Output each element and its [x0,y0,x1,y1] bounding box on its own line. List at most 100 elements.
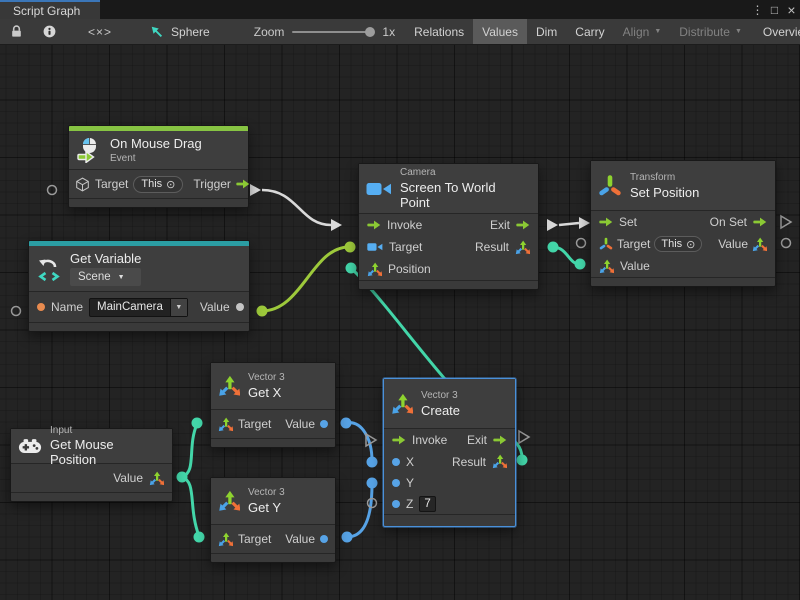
node-screen-to-world-point[interactable]: Camera Screen To World Point Invoke Exit… [358,163,539,290]
node-on-mouse-drag[interactable]: On Mouse Drag Event Target This ⊙ Trigge… [68,125,249,208]
object-picker-icon[interactable]: ⊙ [166,178,175,191]
node-kind: Transform [630,172,699,183]
zoom-slider-track[interactable] [292,31,374,33]
node-get-variable[interactable]: Get Variable Scene ▼ Name MainCamera ▼ V… [28,240,250,332]
object-picker-icon[interactable]: ⊙ [686,238,695,251]
combo-dropdown-button[interactable]: ▼ [170,299,187,316]
z-value-field[interactable]: 7 [419,496,435,512]
node-title: Get X [248,385,285,400]
getvar-input-port[interactable] [12,307,21,316]
gety-value-port[interactable] [342,532,353,543]
value-port[interactable] [236,303,244,311]
lock-button[interactable] [0,19,33,44]
variable-scope-dropdown[interactable]: Scene ▼ [70,268,141,286]
setposition-target-port[interactable] [577,239,586,248]
carry-button[interactable]: Carry [566,19,613,44]
zoom-label: Zoom [254,25,285,39]
this-label: This [661,238,682,250]
overview-button[interactable]: Overview [754,19,800,44]
create-y-port[interactable] [367,478,378,489]
chevron-down-icon: ▼ [118,274,125,281]
invoke-label: Invoke [387,218,422,232]
graph-canvas[interactable]: On Mouse Drag Event Target This ⊙ Trigge… [0,45,800,600]
node-kind: Input [50,425,162,436]
node-set-position[interactable]: Transform Set Position Set On Set Target… [590,160,776,287]
onset-output-marker[interactable] [781,216,791,228]
getx-value-port[interactable] [341,418,352,429]
invoke-input-marker[interactable] [331,219,342,231]
variable-name-combo[interactable]: MainCamera ▼ [89,298,188,317]
chevron-down-icon: ▼ [175,304,182,311]
tab-script-graph[interactable]: Script Graph [0,0,100,19]
x-port[interactable] [392,458,400,466]
wire-gety-to-create-y[interactable] [347,484,372,537]
align-button[interactable]: Align ▼ [614,19,671,44]
camera-target-port[interactable] [345,242,356,253]
node-title: Get Y [248,500,285,515]
gameobject-cube-icon [75,177,90,192]
name-label: Name [51,300,83,314]
breadcrumb[interactable]: Sphere [134,19,222,44]
wire-exit-to-set[interactable] [559,223,579,225]
create-exit-marker[interactable] [519,431,529,443]
setposition-valueout-port[interactable] [782,239,791,248]
toolbar: <×> Sphere Zoom 1x Relations Values Dim … [0,19,800,45]
name-port[interactable] [37,303,45,311]
distribute-button[interactable]: Distribute ▼ [670,19,751,44]
flow-arrow-icon [599,217,613,227]
position-label: Position [388,262,431,276]
code-view-button[interactable]: <×> [66,19,134,44]
omd-target-port[interactable] [48,186,57,195]
node-kind: Vector 3 [248,372,285,383]
values-button[interactable]: Values [473,19,527,44]
dim-button[interactable]: Dim [527,19,566,44]
camera-result-port[interactable] [548,242,559,253]
set-input-marker[interactable] [579,217,590,229]
node-vector3-get-x[interactable]: Vector 3 Get X Target Value [210,362,336,448]
zoom-slider-handle[interactable] [365,27,375,37]
node-footer [11,492,172,501]
this-target-pill[interactable]: This ⊙ [133,176,183,193]
y-port[interactable] [392,479,400,487]
invoke-label: Invoke [412,433,447,447]
window-menu-icon[interactable]: ⋮ [749,0,766,19]
exit-output-marker[interactable] [547,219,558,231]
flow-arrow-icon [753,217,767,227]
window-close-icon[interactable]: × [783,0,800,19]
gamepad-icon [18,438,42,455]
flow-arrow-icon [392,435,406,445]
value-label: Value [113,471,143,485]
z-port[interactable] [392,500,400,508]
value-port[interactable] [320,535,328,543]
this-target-pill[interactable]: This ⊙ [654,236,702,252]
wire-trigger-to-invoke[interactable] [262,190,331,225]
result-label: Result [475,240,509,254]
info-button[interactable] [33,19,66,44]
node-title: Screen To World Point [400,180,528,210]
wire-mouse-to-gety[interactable] [182,477,199,536]
graph-breadcrumb-icon [150,25,164,39]
value-port[interactable] [320,420,328,428]
wire-getx-to-create-x[interactable] [346,423,372,461]
node-get-mouse-position[interactable]: Input Get Mouse Position Value [10,428,173,502]
vector3-icon [218,375,240,397]
create-x-port[interactable] [367,457,378,468]
value-in-label: Value [620,259,650,273]
gety-target-port[interactable] [194,532,205,543]
getx-target-port[interactable] [192,418,203,429]
trigger-output-marker[interactable] [250,184,261,196]
mouse-value-port[interactable] [177,472,188,483]
create-result-port[interactable] [517,455,528,466]
distribute-label: Distribute [679,25,730,39]
wire-variable-to-target[interactable] [262,247,349,311]
node-vector3-create[interactable]: Vector 3 Create Invoke Exit X Result [383,378,516,527]
tab-title: Script Graph [13,4,80,18]
variable-value-port[interactable] [257,306,268,317]
wire-mouse-to-getx[interactable] [182,424,197,477]
setposition-value-port[interactable] [575,259,586,270]
window-maximize-icon[interactable]: □ [766,0,783,19]
value-out-label: Value [718,237,748,251]
camera-position-port[interactable] [346,263,357,274]
relations-button[interactable]: Relations [405,19,473,44]
node-vector3-get-y[interactable]: Vector 3 Get Y Target Value [210,477,336,563]
